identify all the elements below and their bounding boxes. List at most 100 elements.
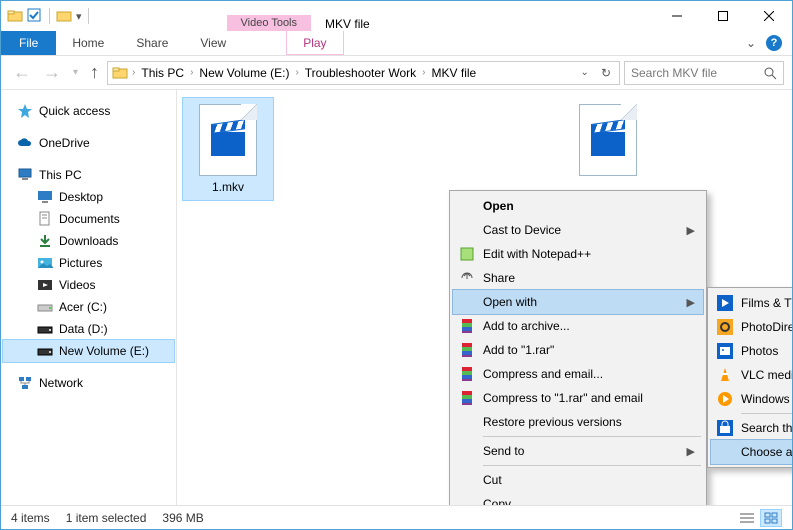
menu-cast[interactable]: Cast to Device▶	[453, 218, 703, 242]
title-bar: ▾ Video Tools MKV file	[1, 1, 792, 31]
chevron-right-icon: ▶	[687, 296, 695, 309]
close-button[interactable]	[746, 1, 792, 31]
file-item-1mkv[interactable]: 1.mkv	[183, 98, 273, 200]
forward-button[interactable]: →	[39, 62, 65, 83]
sidebar-label: OneDrive	[39, 136, 90, 150]
menu-send-to[interactable]: Send to▶	[453, 439, 703, 463]
sidebar-item-onedrive[interactable]: OneDrive	[3, 132, 174, 154]
videos-icon	[37, 277, 53, 293]
chevron-right-icon[interactable]: ›	[132, 67, 135, 78]
refresh-icon[interactable]: ↻	[595, 66, 617, 80]
sidebar-item-pictures[interactable]: Pictures	[3, 252, 174, 274]
menu-cut[interactable]: Cut	[453, 468, 703, 492]
menu-label: Compress and email...	[483, 367, 603, 381]
submenu-choose-app[interactable]: Choose another app	[711, 440, 792, 464]
help-icon[interactable]: ?	[766, 35, 782, 51]
history-dropdown-icon[interactable]: ▾	[69, 67, 82, 78]
separator	[88, 8, 89, 24]
menu-separator	[741, 413, 792, 414]
pc-icon	[17, 167, 33, 183]
submenu-wmp[interactable]: Windows Media Player	[711, 387, 792, 411]
sidebar-item-new-volume-e[interactable]: New Volume (E:)	[3, 340, 174, 362]
chevron-right-icon[interactable]: ›	[295, 67, 298, 78]
menu-compress-rar-email[interactable]: Compress to "1.rar" and email	[453, 386, 703, 410]
navigation-pane: Quick access OneDrive This PC Desktop Do…	[1, 90, 177, 505]
address-dropdown-icon[interactable]: ⌄	[577, 67, 593, 78]
explorer-window: ▾ Video Tools MKV file File Home Share V…	[0, 0, 793, 530]
menu-label: Films & TV	[741, 296, 792, 310]
breadcrumb-volume[interactable]: New Volume (E:)	[195, 66, 293, 80]
view-tab[interactable]: View	[184, 31, 242, 55]
menu-label: Choose another app	[741, 445, 792, 459]
menu-compress-email[interactable]: Compress and email...	[453, 362, 703, 386]
video-tools-label: Video Tools	[227, 15, 311, 31]
sidebar-label: This PC	[39, 168, 82, 182]
films-icon	[717, 295, 733, 311]
sidebar-item-this-pc[interactable]: This PC	[3, 164, 174, 186]
search-icon[interactable]	[763, 66, 777, 80]
share-tab[interactable]: Share	[120, 31, 184, 55]
breadcrumb-this-pc[interactable]: This PC	[137, 66, 188, 80]
qat-dropdown-icon[interactable]: ▾	[76, 10, 82, 23]
menu-open[interactable]: Open	[453, 194, 703, 218]
photodirector-icon	[717, 319, 733, 335]
body: Quick access OneDrive This PC Desktop Do…	[1, 90, 792, 505]
menu-open-with[interactable]: Open with▶	[453, 290, 703, 314]
submenu-vlc[interactable]: VLC media player	[711, 363, 792, 387]
menu-add-archive[interactable]: Add to archive...	[453, 314, 703, 338]
menu-restore[interactable]: Restore previous versions	[453, 410, 703, 434]
sidebar-item-downloads[interactable]: Downloads	[3, 230, 174, 252]
drive-icon	[37, 343, 53, 359]
network-icon	[17, 375, 33, 391]
sidebar-item-acer-c[interactable]: Acer (C:)	[3, 296, 174, 318]
file-item[interactable]	[563, 98, 653, 200]
chevron-right-icon[interactable]: ›	[190, 67, 193, 78]
chevron-right-icon[interactable]: ›	[422, 67, 425, 78]
play-tab[interactable]: Play	[286, 31, 343, 55]
expand-ribbon-icon[interactable]: ⌄	[746, 36, 756, 50]
back-button[interactable]: ←	[9, 62, 35, 83]
submenu-photodirector[interactable]: PhotoDirector for acer	[711, 315, 792, 339]
folder-small-icon[interactable]	[56, 8, 72, 24]
file-label: 1.mkv	[212, 180, 244, 194]
menu-label: Share	[483, 271, 515, 285]
menu-add-rar[interactable]: Add to "1.rar"	[453, 338, 703, 362]
menu-label: Photos	[741, 344, 778, 358]
home-tab[interactable]: Home	[56, 31, 120, 55]
file-tab[interactable]: File	[1, 31, 56, 55]
submenu-films-tv[interactable]: Films & TV	[711, 291, 792, 315]
file-pane[interactable]: 1.mkv Open Cast to Device▶ Edit with Not…	[177, 90, 792, 505]
search-box[interactable]: Search MKV file	[624, 61, 784, 85]
sidebar-item-videos[interactable]: Videos	[3, 274, 174, 296]
menu-label: Windows Media Player	[741, 392, 792, 406]
menu-copy[interactable]: Copy	[453, 492, 703, 505]
menu-label: Add to archive...	[483, 319, 570, 333]
sidebar-item-network[interactable]: Network	[3, 372, 174, 394]
status-item-count: 4 items	[11, 511, 50, 525]
sidebar-item-desktop[interactable]: Desktop	[3, 186, 174, 208]
menu-label: Edit with Notepad++	[483, 247, 591, 261]
menu-notepad[interactable]: Edit with Notepad++	[453, 242, 703, 266]
menu-share[interactable]: Share	[453, 266, 703, 290]
breadcrumb-current[interactable]: MKV file	[428, 66, 481, 80]
chevron-right-icon: ▶	[687, 445, 695, 458]
status-size: 396 MB	[162, 511, 203, 525]
up-button[interactable]: ↑	[86, 62, 103, 83]
address-bar[interactable]: › This PC › New Volume (E:) › Troublesho…	[107, 61, 620, 85]
menu-label: Cut	[483, 473, 502, 487]
sidebar-item-data-d[interactable]: Data (D:)	[3, 318, 174, 340]
sidebar-item-documents[interactable]: Documents	[3, 208, 174, 230]
submenu-photos[interactable]: Photos	[711, 339, 792, 363]
menu-label: Cast to Device	[483, 223, 561, 237]
minimize-button[interactable]	[654, 1, 700, 31]
desktop-icon	[37, 189, 53, 205]
view-details-button[interactable]	[736, 509, 758, 527]
separator	[49, 8, 50, 24]
checkbox-icon[interactable]	[27, 8, 43, 24]
submenu-store[interactable]: Search the Store	[711, 416, 792, 440]
breadcrumb-folder[interactable]: Troubleshooter Work	[301, 66, 420, 80]
view-large-icons-button[interactable]	[760, 509, 782, 527]
maximize-button[interactable]	[700, 1, 746, 31]
menu-separator	[483, 465, 701, 466]
sidebar-item-quick-access[interactable]: Quick access	[3, 100, 174, 122]
